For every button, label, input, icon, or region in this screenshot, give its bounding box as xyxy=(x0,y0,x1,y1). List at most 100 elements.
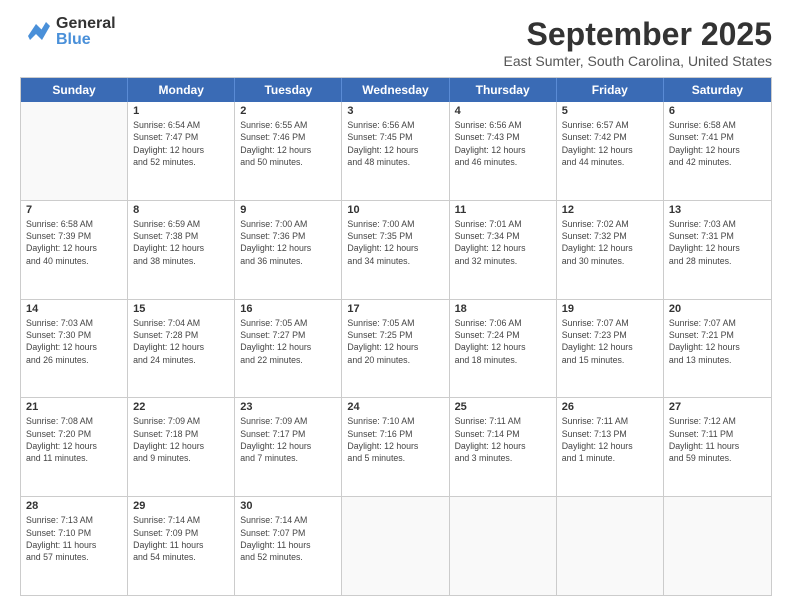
cell-date: 17 xyxy=(347,303,443,315)
calendar-cell: 27 Sunrise: 7:12 AM Sunset: 7:11 PM Dayli… xyxy=(664,398,771,496)
calendar-body: 1 Sunrise: 6:54 AM Sunset: 7:47 PM Daylig… xyxy=(21,102,771,595)
calendar-cell: 4 Sunrise: 6:56 AM Sunset: 7:43 PM Daylig… xyxy=(450,102,557,200)
calendar-cell xyxy=(664,497,771,595)
cell-date: 19 xyxy=(562,303,658,315)
cell-date: 29 xyxy=(133,500,229,512)
cell-info: Sunrise: 7:11 AM Sunset: 7:13 PM Dayligh… xyxy=(562,415,658,464)
calendar-cell: 14Sunrise: 7:03 AM Sunset: 7:30 PM Dayli… xyxy=(21,300,128,398)
calendar-cell: 23 Sunrise: 7:09 AM Sunset: 7:17 PM Dayli… xyxy=(235,398,342,496)
cell-date: 4 xyxy=(455,105,551,117)
cell-date: 1 xyxy=(133,105,229,117)
calendar-row: 21 Sunrise: 7:08 AM Sunset: 7:20 PM Dayli… xyxy=(21,398,771,497)
cell-date: 22 xyxy=(133,401,229,413)
cell-date: 21 xyxy=(26,401,122,413)
calendar-cell: 12 Sunrise: 7:02 AM Sunset: 7:32 PM Dayli… xyxy=(557,201,664,299)
calendar-cell: 30Sunrise: 7:14 AM Sunset: 7:07 PM Dayli… xyxy=(235,497,342,595)
cell-info: Sunrise: 6:59 AM Sunset: 7:38 PM Dayligh… xyxy=(133,218,229,267)
calendar-row: 28 Sunrise: 7:13 AM Sunset: 7:10 PM Dayli… xyxy=(21,497,771,595)
cell-date: 8 xyxy=(133,204,229,216)
calendar-row: 14Sunrise: 7:03 AM Sunset: 7:30 PM Dayli… xyxy=(21,300,771,399)
day-sunday: Sunday xyxy=(21,78,128,102)
cell-info: Sunrise: 7:08 AM Sunset: 7:20 PM Dayligh… xyxy=(26,415,122,464)
calendar-cell: 10Sunrise: 7:00 AM Sunset: 7:35 PM Dayli… xyxy=(342,201,449,299)
cell-info: Sunrise: 7:04 AM Sunset: 7:28 PM Dayligh… xyxy=(133,317,229,366)
cell-date: 9 xyxy=(240,204,336,216)
calendar-cell: 7Sunrise: 6:58 AM Sunset: 7:39 PM Daylig… xyxy=(21,201,128,299)
calendar-cell: 18 Sunrise: 7:06 AM Sunset: 7:24 PM Dayli… xyxy=(450,300,557,398)
calendar-cell xyxy=(557,497,664,595)
calendar-cell xyxy=(342,497,449,595)
cell-info: Sunrise: 7:00 AM Sunset: 7:35 PM Dayligh… xyxy=(347,218,443,267)
logo: General Blue xyxy=(20,16,116,48)
month-title: September 2025 xyxy=(504,16,772,53)
cell-date: 6 xyxy=(669,105,766,117)
cell-date: 11 xyxy=(455,204,551,216)
calendar-cell: 24Sunrise: 7:10 AM Sunset: 7:16 PM Dayli… xyxy=(342,398,449,496)
cell-info: Sunrise: 7:07 AM Sunset: 7:21 PM Dayligh… xyxy=(669,317,766,366)
calendar-cell: 8 Sunrise: 6:59 AM Sunset: 7:38 PM Daylig… xyxy=(128,201,235,299)
cell-info: Sunrise: 7:05 AM Sunset: 7:25 PM Dayligh… xyxy=(347,317,443,366)
cell-info: Sunrise: 7:03 AM Sunset: 7:31 PM Dayligh… xyxy=(669,218,766,267)
cell-date: 18 xyxy=(455,303,551,315)
calendar-header: Sunday Monday Tuesday Wednesday Thursday… xyxy=(21,78,771,102)
day-saturday: Saturday xyxy=(664,78,771,102)
calendar-cell: 3 Sunrise: 6:56 AM Sunset: 7:45 PM Daylig… xyxy=(342,102,449,200)
cell-info: Sunrise: 7:09 AM Sunset: 7:18 PM Dayligh… xyxy=(133,415,229,464)
calendar-cell: 22 Sunrise: 7:09 AM Sunset: 7:18 PM Dayli… xyxy=(128,398,235,496)
calendar-cell: 11 Sunrise: 7:01 AM Sunset: 7:34 PM Dayli… xyxy=(450,201,557,299)
cell-info: Sunrise: 7:07 AM Sunset: 7:23 PM Dayligh… xyxy=(562,317,658,366)
cell-info: Sunrise: 7:05 AM Sunset: 7:27 PM Dayligh… xyxy=(240,317,336,366)
cell-date: 12 xyxy=(562,204,658,216)
cell-info: Sunrise: 7:02 AM Sunset: 7:32 PM Dayligh… xyxy=(562,218,658,267)
calendar-cell xyxy=(21,102,128,200)
cell-info: Sunrise: 7:14 AM Sunset: 7:09 PM Dayligh… xyxy=(133,514,229,563)
calendar-cell: 29 Sunrise: 7:14 AM Sunset: 7:09 PM Dayli… xyxy=(128,497,235,595)
cell-info: Sunrise: 6:56 AM Sunset: 7:45 PM Dayligh… xyxy=(347,119,443,168)
calendar-cell: 28 Sunrise: 7:13 AM Sunset: 7:10 PM Dayli… xyxy=(21,497,128,595)
cell-info: Sunrise: 6:58 AM Sunset: 7:39 PM Dayligh… xyxy=(26,218,122,267)
calendar-cell: 9Sunrise: 7:00 AM Sunset: 7:36 PM Daylig… xyxy=(235,201,342,299)
calendar-cell: 25 Sunrise: 7:11 AM Sunset: 7:14 PM Dayli… xyxy=(450,398,557,496)
cell-date: 5 xyxy=(562,105,658,117)
logo-icon xyxy=(20,16,52,48)
calendar-cell: 20 Sunrise: 7:07 AM Sunset: 7:21 PM Dayli… xyxy=(664,300,771,398)
calendar-cell: 17 Sunrise: 7:05 AM Sunset: 7:25 PM Dayli… xyxy=(342,300,449,398)
calendar-cell: 6 Sunrise: 6:58 AM Sunset: 7:41 PM Daylig… xyxy=(664,102,771,200)
cell-date: 23 xyxy=(240,401,336,413)
calendar-row: 1 Sunrise: 6:54 AM Sunset: 7:47 PM Daylig… xyxy=(21,102,771,201)
cell-info: Sunrise: 7:14 AM Sunset: 7:07 PM Dayligh… xyxy=(240,514,336,563)
cell-date: 2 xyxy=(240,105,336,117)
cell-info: Sunrise: 7:12 AM Sunset: 7:11 PM Dayligh… xyxy=(669,415,766,464)
cell-date: 25 xyxy=(455,401,551,413)
day-thursday: Thursday xyxy=(450,78,557,102)
cell-info: Sunrise: 6:58 AM Sunset: 7:41 PM Dayligh… xyxy=(669,119,766,168)
cell-info: Sunrise: 7:13 AM Sunset: 7:10 PM Dayligh… xyxy=(26,514,122,563)
logo-general: General xyxy=(56,16,116,32)
day-monday: Monday xyxy=(128,78,235,102)
day-tuesday: Tuesday xyxy=(235,78,342,102)
day-wednesday: Wednesday xyxy=(342,78,449,102)
cell-info: Sunrise: 7:06 AM Sunset: 7:24 PM Dayligh… xyxy=(455,317,551,366)
header: General Blue September 2025 East Sumter,… xyxy=(20,16,772,69)
cell-date: 27 xyxy=(669,401,766,413)
cell-date: 15 xyxy=(133,303,229,315)
logo-text-block: General Blue xyxy=(56,16,116,48)
cell-info: Sunrise: 6:57 AM Sunset: 7:42 PM Dayligh… xyxy=(562,119,658,168)
calendar-cell: 13Sunrise: 7:03 AM Sunset: 7:31 PM Dayli… xyxy=(664,201,771,299)
cell-info: Sunrise: 7:09 AM Sunset: 7:17 PM Dayligh… xyxy=(240,415,336,464)
cell-info: Sunrise: 6:55 AM Sunset: 7:46 PM Dayligh… xyxy=(240,119,336,168)
cell-info: Sunrise: 6:56 AM Sunset: 7:43 PM Dayligh… xyxy=(455,119,551,168)
calendar-cell: 5 Sunrise: 6:57 AM Sunset: 7:42 PM Daylig… xyxy=(557,102,664,200)
calendar-row: 7Sunrise: 6:58 AM Sunset: 7:39 PM Daylig… xyxy=(21,201,771,300)
cell-info: Sunrise: 6:54 AM Sunset: 7:47 PM Dayligh… xyxy=(133,119,229,168)
location: East Sumter, South Carolina, United Stat… xyxy=(504,53,772,69)
cell-date: 28 xyxy=(26,500,122,512)
calendar: Sunday Monday Tuesday Wednesday Thursday… xyxy=(20,77,772,596)
cell-info: Sunrise: 7:01 AM Sunset: 7:34 PM Dayligh… xyxy=(455,218,551,267)
cell-date: 3 xyxy=(347,105,443,117)
cell-info: Sunrise: 7:03 AM Sunset: 7:30 PM Dayligh… xyxy=(26,317,122,366)
cell-date: 20 xyxy=(669,303,766,315)
calendar-cell: 15 Sunrise: 7:04 AM Sunset: 7:28 PM Dayli… xyxy=(128,300,235,398)
cell-info: Sunrise: 7:11 AM Sunset: 7:14 PM Dayligh… xyxy=(455,415,551,464)
calendar-cell: 1 Sunrise: 6:54 AM Sunset: 7:47 PM Daylig… xyxy=(128,102,235,200)
